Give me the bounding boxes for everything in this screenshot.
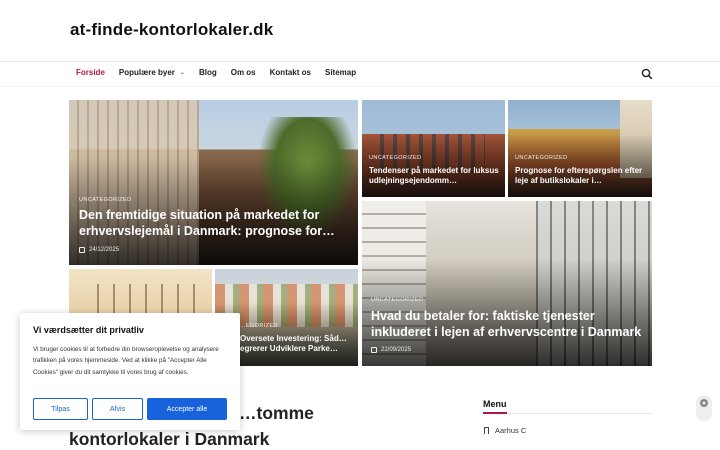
post-category[interactable]: UNCATEGORIZED: [515, 155, 567, 161]
post-card[interactable]: UNCATEGORIZED Hvad du betaler for: fakti…: [362, 201, 652, 366]
nav-item-blog[interactable]: Blog: [199, 68, 217, 77]
post-category[interactable]: UNCATEGORIZED: [79, 197, 131, 203]
search-icon[interactable]: [641, 67, 653, 80]
cookie-heading: Vi værdsætter dit privatliv: [33, 325, 144, 335]
cookie-settings-icon[interactable]: [696, 395, 712, 421]
post-date: 22/09/2025: [371, 347, 411, 353]
customize-button[interactable]: Tilpas: [33, 398, 88, 420]
nav-item-forside[interactable]: Forside: [76, 68, 105, 77]
calendar-icon: [371, 347, 377, 353]
post-title[interactable]: Oversete Investering: Såd…egrerer Udvikl…: [240, 334, 358, 354]
nav-item-label: Populære byer: [118, 68, 175, 77]
post-title[interactable]: Hvad du betaler for: faktiske tjenester …: [371, 309, 643, 340]
nav-item-sitemap[interactable]: Sitemap: [325, 68, 356, 77]
sidebar-menu-divider: [483, 413, 652, 414]
post-category[interactable]: UNCATEGORIZED: [369, 155, 421, 161]
cookie-description: Vi bruger cookies til at forbedre din br…: [33, 346, 219, 376]
post-card[interactable]: UNCATEGORIZED Tendenser på markedet for …: [362, 100, 505, 197]
nav-divider: [0, 86, 720, 87]
reject-button[interactable]: Afvis: [92, 398, 143, 420]
calendar-icon: [79, 247, 85, 253]
post-category[interactable]: UNCATEGORIZED: [371, 297, 423, 303]
featured-post-card[interactable]: UNCATEGORIZED Den fremtidige situation p…: [69, 100, 358, 265]
post-title[interactable]: Den fremtidige situation på markedet for…: [79, 208, 349, 239]
bookmark-icon: [484, 427, 489, 434]
header-divider: [0, 61, 720, 62]
post-title[interactable]: Tendenser på markedet for luksus udlejni…: [369, 166, 499, 186]
main-navigation: Forside Populære byer ⌄ Blog Om os Kontak…: [76, 68, 370, 77]
site-title[interactable]: at-finde-kontorlokaler.dk: [70, 20, 273, 40]
cookie-consent-dialog: Vi værdsætter dit privatliv Vi bruger co…: [20, 313, 240, 430]
nav-item-kontakt-os[interactable]: Kontakt os: [270, 68, 311, 77]
nav-item-populaere-byer[interactable]: Populære byer ⌄: [119, 68, 185, 77]
chevron-down-icon: ⌄: [179, 70, 185, 76]
post-category[interactable]: …EGORIZED: [240, 323, 278, 329]
sidebar-menu-accent: [483, 412, 507, 414]
cookie-buttons: Tilpas Afvis Accepter alle: [33, 398, 227, 420]
sidebar-menu-heading: Menu: [483, 399, 507, 409]
post-title[interactable]: Prognose for efterspørgslen efter leje a…: [515, 166, 647, 186]
post-card[interactable]: UNCATEGORIZED Prognose for efterspørgsle…: [508, 100, 652, 197]
sidebar-menu-item[interactable]: Aarhus C: [484, 426, 526, 435]
accept-all-button[interactable]: Accepter alle: [147, 398, 227, 420]
nav-item-om-os[interactable]: Om os: [231, 68, 256, 77]
post-date: 24/12/2025: [79, 247, 119, 253]
